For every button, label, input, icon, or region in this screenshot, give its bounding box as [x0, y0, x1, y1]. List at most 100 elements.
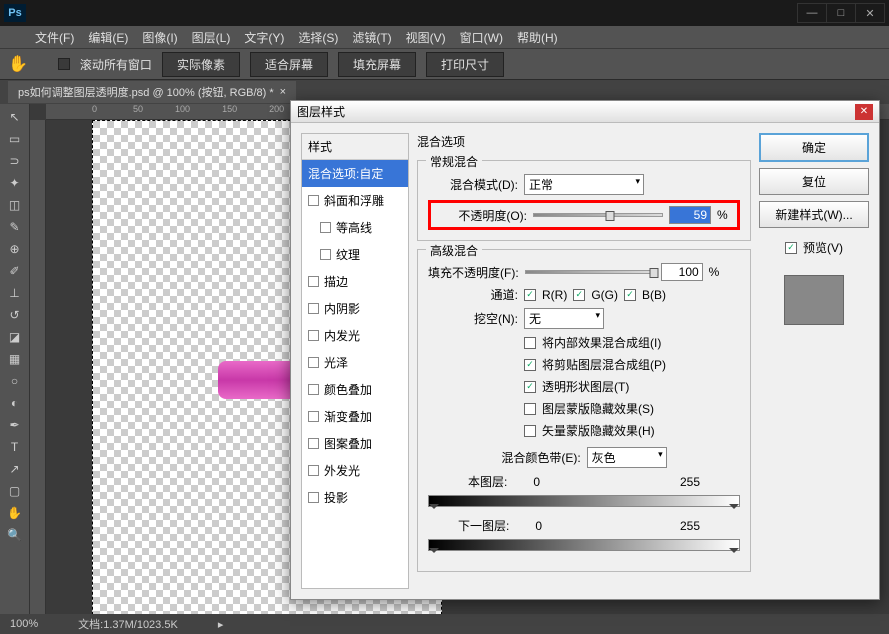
- styles-list: 样式 混合选项:自定 斜面和浮雕 等高线 纹理 描边 内阴影 内发光 光泽 颜色…: [301, 133, 409, 589]
- adv-check-2[interactable]: ✓: [524, 381, 536, 393]
- fill-opacity-label: 填充不透明度(F):: [428, 264, 519, 281]
- general-blending-title: 常规混合: [426, 153, 482, 170]
- zoom-readout[interactable]: 100%: [10, 618, 38, 630]
- under-layer-gradient[interactable]: [428, 539, 740, 551]
- advanced-blending-title: 高级混合: [426, 242, 482, 259]
- lasso-tool-icon[interactable]: ⊃: [4, 151, 26, 171]
- close-button[interactable]: ✕: [855, 3, 885, 23]
- style-item-coloroverlay[interactable]: 颜色叠加: [302, 376, 408, 403]
- actual-pixels-button[interactable]: 实际像素: [162, 52, 240, 77]
- dialog-titlebar[interactable]: 图层样式 ✕: [291, 101, 879, 123]
- preview-label: 预览(V): [803, 239, 843, 256]
- cancel-button[interactable]: 复位: [759, 168, 869, 195]
- dialog-close-button[interactable]: ✕: [855, 104, 873, 120]
- opacity-label: 不透明度(O):: [437, 207, 527, 224]
- shape-tool-icon[interactable]: ▢: [4, 481, 26, 501]
- status-bar: 100% 文档:1.37M/1023.5K ▸: [0, 614, 889, 634]
- blend-options-panel: 混合选项 常规混合 混合模式(D): 正常 不透明度(O): 59 % 高级混合…: [417, 133, 751, 589]
- blend-options-heading: 混合选项: [417, 133, 751, 150]
- scroll-all-checkbox[interactable]: [58, 58, 70, 70]
- eyedropper-tool-icon[interactable]: ✎: [4, 217, 26, 237]
- fit-screen-button[interactable]: 适合屏幕: [250, 52, 328, 77]
- menu-layer[interactable]: 图层(L): [192, 29, 231, 46]
- path-tool-icon[interactable]: ↗: [4, 459, 26, 479]
- brush-tool-icon[interactable]: ✐: [4, 261, 26, 281]
- style-item-innershadow[interactable]: 内阴影: [302, 295, 408, 322]
- blend-mode-label: 混合模式(D):: [428, 176, 518, 193]
- new-style-button[interactable]: 新建样式(W)...: [759, 201, 869, 228]
- knockout-dropdown[interactable]: 无: [524, 308, 604, 329]
- adv-check-4[interactable]: [524, 425, 536, 437]
- blend-mode-dropdown[interactable]: 正常: [524, 174, 644, 195]
- preview-swatch: [784, 275, 844, 325]
- gradient-tool-icon[interactable]: ▦: [4, 349, 26, 369]
- ok-button[interactable]: 确定: [759, 133, 869, 162]
- adv-check-3[interactable]: [524, 403, 536, 415]
- stamp-tool-icon[interactable]: ⊥: [4, 283, 26, 303]
- adv-check-0[interactable]: [524, 337, 536, 349]
- dodge-tool-icon[interactable]: ◐: [4, 393, 26, 413]
- pen-tool-icon[interactable]: ✒: [4, 415, 26, 435]
- this-layer-gradient[interactable]: [428, 495, 740, 507]
- eraser-tool-icon[interactable]: ◪: [4, 327, 26, 347]
- zoom-tool-icon[interactable]: 🔍: [4, 525, 26, 545]
- menu-filter[interactable]: 滤镜(T): [352, 29, 391, 46]
- opacity-input[interactable]: 59: [669, 206, 711, 224]
- style-item-outerglow[interactable]: 外发光: [302, 457, 408, 484]
- blendif-dropdown[interactable]: 灰色: [587, 447, 667, 468]
- status-chevron-icon[interactable]: ▸: [218, 618, 224, 631]
- under-layer-label: 下一图层:: [458, 517, 509, 534]
- channel-g-checkbox[interactable]: ✓: [573, 289, 585, 301]
- menu-image[interactable]: 图像(I): [142, 29, 177, 46]
- menu-edit[interactable]: 编辑(E): [88, 29, 128, 46]
- wand-tool-icon[interactable]: ✦: [4, 173, 26, 193]
- fill-opacity-slider[interactable]: [525, 270, 655, 274]
- channel-b-checkbox[interactable]: ✓: [624, 289, 636, 301]
- type-tool-icon[interactable]: T: [4, 437, 26, 457]
- hand-tool-icon[interactable]: ✋: [4, 503, 26, 523]
- preview-checkbox[interactable]: ✓: [785, 242, 797, 254]
- dialog-title: 图层样式: [297, 103, 345, 120]
- history-brush-icon[interactable]: ↺: [4, 305, 26, 325]
- tab-close-icon[interactable]: ×: [280, 86, 286, 98]
- minimize-button[interactable]: —: [797, 3, 827, 23]
- style-item-dropshadow[interactable]: 投影: [302, 484, 408, 511]
- style-item-satin[interactable]: 光泽: [302, 349, 408, 376]
- toolbox: ↖ ▭ ⊃ ✦ ◫ ✎ ⊕ ✐ ⊥ ↺ ◪ ▦ ○ ◐ ✒ T ↗ ▢ ✋ 🔍: [0, 104, 30, 614]
- layer-style-dialog: 图层样式 ✕ 样式 混合选项:自定 斜面和浮雕 等高线 纹理 描边 内阴影 内发…: [290, 100, 880, 600]
- menu-type[interactable]: 文字(Y): [244, 29, 284, 46]
- marquee-tool-icon[interactable]: ▭: [4, 129, 26, 149]
- style-item-bevel[interactable]: 斜面和浮雕: [302, 187, 408, 214]
- menu-help[interactable]: 帮助(H): [517, 29, 558, 46]
- document-tab[interactable]: ps如何调整图层透明度.psd @ 100% (按钮, RGB/8) * ×: [8, 81, 296, 103]
- heal-tool-icon[interactable]: ⊕: [4, 239, 26, 259]
- crop-tool-icon[interactable]: ◫: [4, 195, 26, 215]
- menu-select[interactable]: 选择(S): [298, 29, 338, 46]
- menu-view[interactable]: 视图(V): [406, 29, 446, 46]
- style-item-contour[interactable]: 等高线: [302, 214, 408, 241]
- blend-if-section: 混合颜色带(E): 灰色 本图层:0255 下一图层:0255: [428, 447, 740, 551]
- opacity-slider[interactable]: [533, 213, 663, 217]
- style-item-patternoverlay[interactable]: 图案叠加: [302, 430, 408, 457]
- move-tool-icon[interactable]: ↖: [4, 107, 26, 127]
- advanced-blending-group: 高级混合 填充不透明度(F): 100 % 通道: ✓R(R) ✓G(G) ✓B…: [417, 249, 751, 572]
- opacity-highlight: 不透明度(O): 59 %: [428, 200, 740, 230]
- fill-opacity-input[interactable]: 100: [661, 263, 703, 281]
- window-controls: — □ ✕: [798, 3, 885, 23]
- style-item-innerglow[interactable]: 内发光: [302, 322, 408, 349]
- dialog-buttons: 确定 复位 新建样式(W)... ✓ 预览(V): [759, 133, 869, 589]
- style-item-gradientoverlay[interactable]: 渐变叠加: [302, 403, 408, 430]
- blur-tool-icon[interactable]: ○: [4, 371, 26, 391]
- maximize-button[interactable]: □: [826, 3, 856, 23]
- style-item-stroke[interactable]: 描边: [302, 268, 408, 295]
- ruler-vertical: [30, 120, 46, 614]
- document-tab-label: ps如何调整图层透明度.psd @ 100% (按钮, RGB/8) *: [18, 84, 274, 100]
- style-item-texture[interactable]: 纹理: [302, 241, 408, 268]
- menu-window[interactable]: 窗口(W): [460, 29, 503, 46]
- fill-screen-button[interactable]: 填充屏幕: [338, 52, 416, 77]
- adv-check-1[interactable]: ✓: [524, 359, 536, 371]
- menu-file[interactable]: 文件(F): [35, 29, 74, 46]
- channel-r-checkbox[interactable]: ✓: [524, 289, 536, 301]
- style-item-blend-options[interactable]: 混合选项:自定: [302, 160, 408, 187]
- print-size-button[interactable]: 打印尺寸: [426, 52, 504, 77]
